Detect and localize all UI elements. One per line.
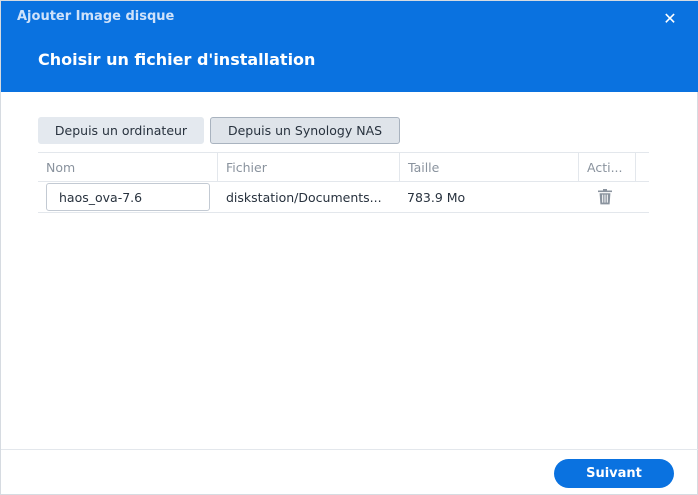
file-path: diskstation/Documents... [226, 189, 382, 205]
column-header-size[interactable]: Taille [399, 153, 578, 182]
table-row: diskstation/Documents... 783.9 Mo [38, 182, 649, 213]
file-table: Nom Fichier Taille Acti... diskstation/D… [38, 152, 649, 213]
footer-divider [1, 449, 698, 450]
delete-button[interactable] [596, 188, 614, 206]
from-computer-button[interactable]: Depuis un ordinateur [38, 117, 204, 144]
add-disk-image-dialog: Ajouter Image disque ✕ Choisir un fichie… [0, 0, 698, 495]
from-nas-button[interactable]: Depuis un Synology NAS [210, 117, 400, 144]
dialog-header: Ajouter Image disque ✕ Choisir un fichie… [1, 1, 698, 92]
column-header-name[interactable]: Nom [38, 153, 217, 182]
trash-icon [598, 189, 612, 205]
column-header-file[interactable]: Fichier [217, 153, 399, 182]
column-header-action[interactable]: Acti... [578, 153, 635, 182]
close-icon: ✕ [663, 8, 677, 28]
image-name-input[interactable] [46, 183, 210, 211]
close-button[interactable]: ✕ [659, 7, 681, 29]
step-title: Choisir un fichier d'installation [38, 50, 316, 69]
next-button[interactable]: Suivant [554, 459, 674, 488]
table-header: Nom Fichier Taille Acti... [38, 152, 649, 182]
column-header-filler [635, 153, 649, 182]
window-title: Ajouter Image disque [17, 9, 175, 24]
file-size: 783.9 Mo [407, 189, 466, 205]
